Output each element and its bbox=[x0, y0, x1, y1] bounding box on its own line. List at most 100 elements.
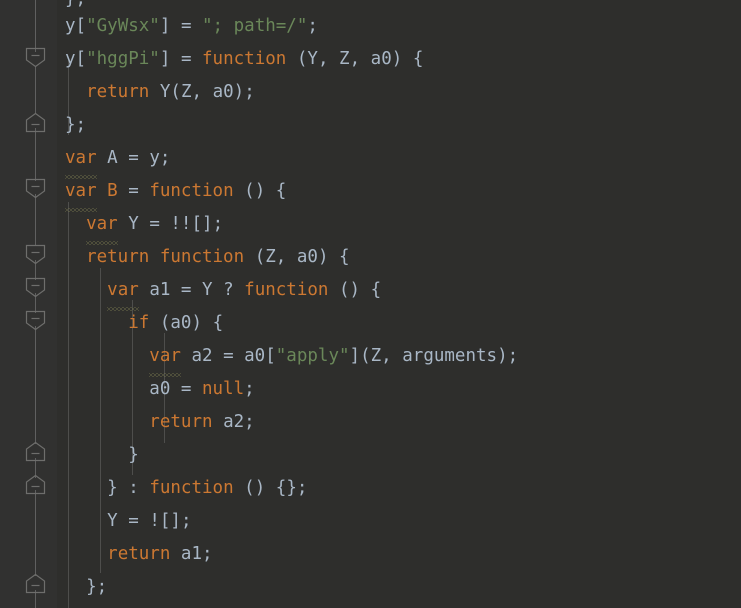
fold-spine bbox=[35, 0, 36, 52]
code-token: ] bbox=[159, 49, 171, 69]
code-token: a2 bbox=[191, 346, 213, 366]
code-token: ( bbox=[244, 478, 255, 498]
code-token: ; bbox=[307, 16, 318, 36]
code-token: } bbox=[65, 115, 76, 135]
code-token: } bbox=[128, 445, 139, 465]
code-token: a0 bbox=[149, 379, 171, 399]
fold-marker-close[interactable] bbox=[25, 573, 46, 594]
code-token: ( bbox=[254, 247, 266, 267]
fold-marker-open[interactable] bbox=[25, 178, 46, 199]
code-token-warned: var bbox=[107, 274, 139, 311]
code-token: ( bbox=[159, 313, 171, 333]
code-token: function bbox=[149, 181, 234, 201]
code-line[interactable]: var B = function () { bbox=[65, 175, 287, 212]
code-token: [ bbox=[191, 214, 203, 234]
code-token: = bbox=[170, 280, 202, 300]
code-token: : bbox=[117, 478, 150, 498]
code-token: ) bbox=[391, 49, 403, 69]
code-line[interactable]: } bbox=[65, 439, 139, 472]
fold-marker-close[interactable] bbox=[25, 441, 46, 462]
fold-marker-open[interactable] bbox=[25, 277, 46, 298]
fold-spine bbox=[35, 326, 36, 444]
fold-spine bbox=[35, 194, 36, 246]
code-line[interactable]: var a2 = a0["apply"](Z, arguments); bbox=[65, 340, 518, 377]
code-token: ! bbox=[149, 511, 160, 531]
code-token: function bbox=[202, 49, 287, 69]
code-token: ) bbox=[317, 247, 329, 267]
code-token: ( bbox=[339, 280, 350, 300]
fold-marker-close[interactable] bbox=[25, 112, 46, 133]
code-token: [ bbox=[265, 346, 276, 366]
code-token: ; bbox=[244, 412, 255, 432]
code-token: Z bbox=[339, 49, 350, 69]
code-line[interactable]: y["GyWsx"] = "; path=/"; bbox=[65, 10, 318, 43]
code-line[interactable]: }; bbox=[65, 571, 107, 604]
code-line[interactable]: a0 = null; bbox=[65, 373, 255, 406]
code-token: null bbox=[201, 379, 245, 399]
code-token: ) bbox=[254, 181, 266, 201]
code-line[interactable]: return a2; bbox=[65, 406, 255, 439]
fold-marker-open[interactable] bbox=[25, 47, 46, 68]
code-token: { bbox=[275, 478, 287, 498]
code-line[interactable]: y["hggPi"] = function (Y, Z, a0) { bbox=[65, 43, 423, 76]
code-token: ; bbox=[244, 82, 255, 102]
code-line[interactable]: return a1; bbox=[65, 538, 212, 571]
code-line[interactable]: } : function () {}; bbox=[65, 472, 307, 505]
code-token: [ bbox=[75, 16, 87, 36]
code-token: } bbox=[65, 0, 76, 9]
code-token: [ bbox=[75, 49, 87, 69]
code-line[interactable]: return function (Z, a0) { bbox=[65, 241, 350, 274]
code-token: function bbox=[159, 247, 245, 267]
fold-marker-close[interactable] bbox=[25, 474, 46, 495]
fold-marker-open[interactable] bbox=[25, 310, 46, 331]
code-token: ; bbox=[96, 577, 108, 597]
code-token: Z bbox=[370, 346, 382, 366]
code-token: Z bbox=[265, 247, 276, 267]
code-line[interactable]: var a1 = Y ? function () { bbox=[65, 274, 381, 311]
code-token: ( bbox=[360, 346, 371, 366]
code-token: { bbox=[212, 313, 224, 333]
code-token: ] bbox=[170, 511, 181, 531]
code-token: a1 bbox=[149, 280, 171, 300]
editor-gutter[interactable] bbox=[0, 0, 57, 608]
fold-spine bbox=[35, 128, 36, 181]
code-token: [ bbox=[159, 511, 171, 531]
code-token-warned: var bbox=[149, 340, 181, 377]
code-token: } bbox=[286, 478, 297, 498]
code-token: a0 bbox=[370, 49, 392, 69]
code-line[interactable]: Y = ![]; bbox=[65, 505, 191, 538]
code-token: ) bbox=[497, 346, 508, 366]
code-text-area[interactable]: };y["GyWsx"] = "; path=/";y["hggPi"] = f… bbox=[57, 0, 741, 608]
code-token: ; bbox=[244, 379, 255, 399]
gutter-edge-divider bbox=[56, 0, 57, 608]
code-token: ] bbox=[349, 346, 361, 366]
fold-marker-open[interactable] bbox=[25, 244, 46, 265]
code-token: Y bbox=[307, 49, 318, 69]
code-line[interactable]: if (a0) { bbox=[65, 307, 223, 340]
code-token: ; bbox=[212, 214, 224, 234]
code-line[interactable]: return Y(Z, a0); bbox=[65, 76, 255, 109]
code-token: ( bbox=[170, 82, 181, 102]
fold-spine bbox=[35, 66, 36, 114]
code-token: function bbox=[149, 478, 234, 498]
code-line[interactable]: var A = y; bbox=[65, 142, 171, 179]
code-token: return bbox=[86, 247, 150, 267]
code-token: { bbox=[275, 181, 287, 201]
code-line[interactable]: var Y = !![]; bbox=[65, 208, 224, 245]
code-token: ; bbox=[159, 148, 171, 168]
code-token: Y bbox=[128, 214, 139, 234]
code-line[interactable]: }; bbox=[65, 109, 86, 142]
fold-spine bbox=[35, 490, 36, 576]
